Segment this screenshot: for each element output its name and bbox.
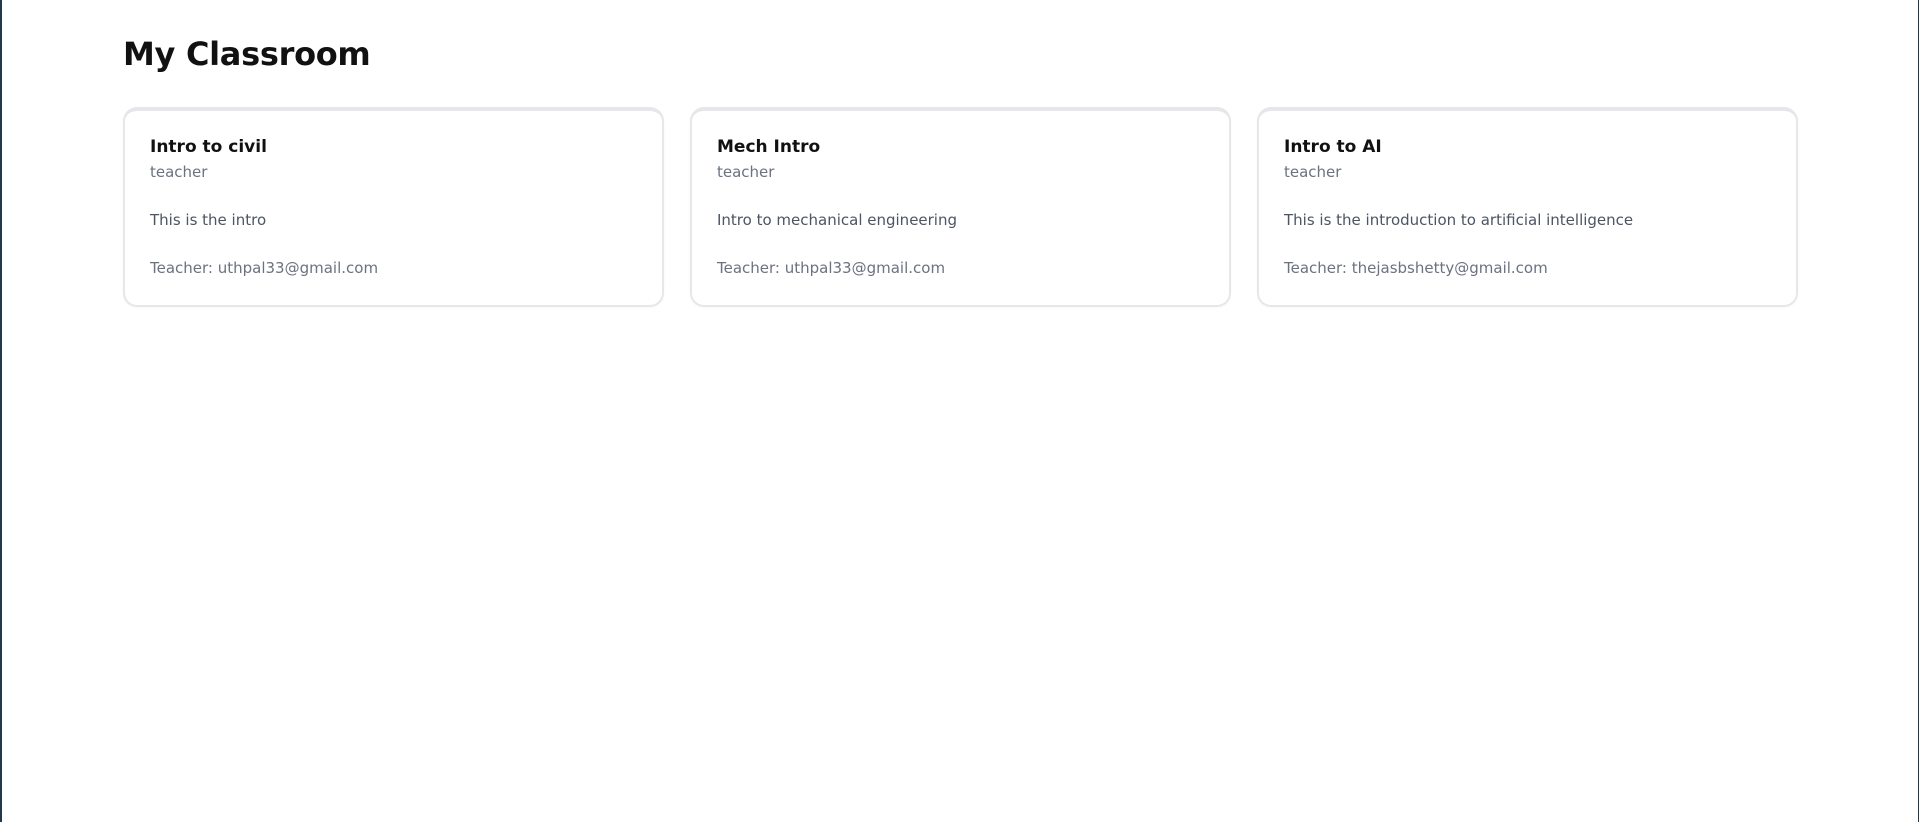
class-card-title: Intro to AI — [1284, 137, 1382, 157]
class-card-mech-intro[interactable]: Mech Intro teacher Intro to mechanical e… — [690, 107, 1231, 307]
class-card-role: teacher — [717, 163, 775, 181]
class-card-teacher: Teacher: uthpal33@gmail.com — [150, 259, 379, 277]
class-card-title: Intro to civil — [150, 137, 267, 157]
class-card-teacher: Teacher: uthpal33@gmail.com — [717, 259, 946, 277]
class-card-description: This is the intro — [150, 211, 267, 229]
page-title: My Classroom — [123, 35, 371, 73]
class-card-role: teacher — [1284, 163, 1342, 181]
class-card-intro-to-civil[interactable]: Intro to civil teacher This is the intro… — [123, 107, 664, 307]
app-viewport: My Classroom Intro to civil teacher This… — [0, 0, 1919, 822]
class-card-description: Intro to mechanical engineering — [717, 211, 958, 229]
class-card-grid: Intro to civil teacher This is the intro… — [123, 107, 1802, 307]
class-card-role: teacher — [150, 163, 208, 181]
class-card-description: This is the introduction to artificial i… — [1284, 211, 1634, 229]
class-card-intro-to-ai[interactable]: Intro to AI teacher This is the introduc… — [1257, 107, 1798, 307]
class-card-title: Mech Intro — [717, 137, 821, 157]
class-card-teacher: Teacher: thejasbshetty@gmail.com — [1284, 259, 1548, 277]
